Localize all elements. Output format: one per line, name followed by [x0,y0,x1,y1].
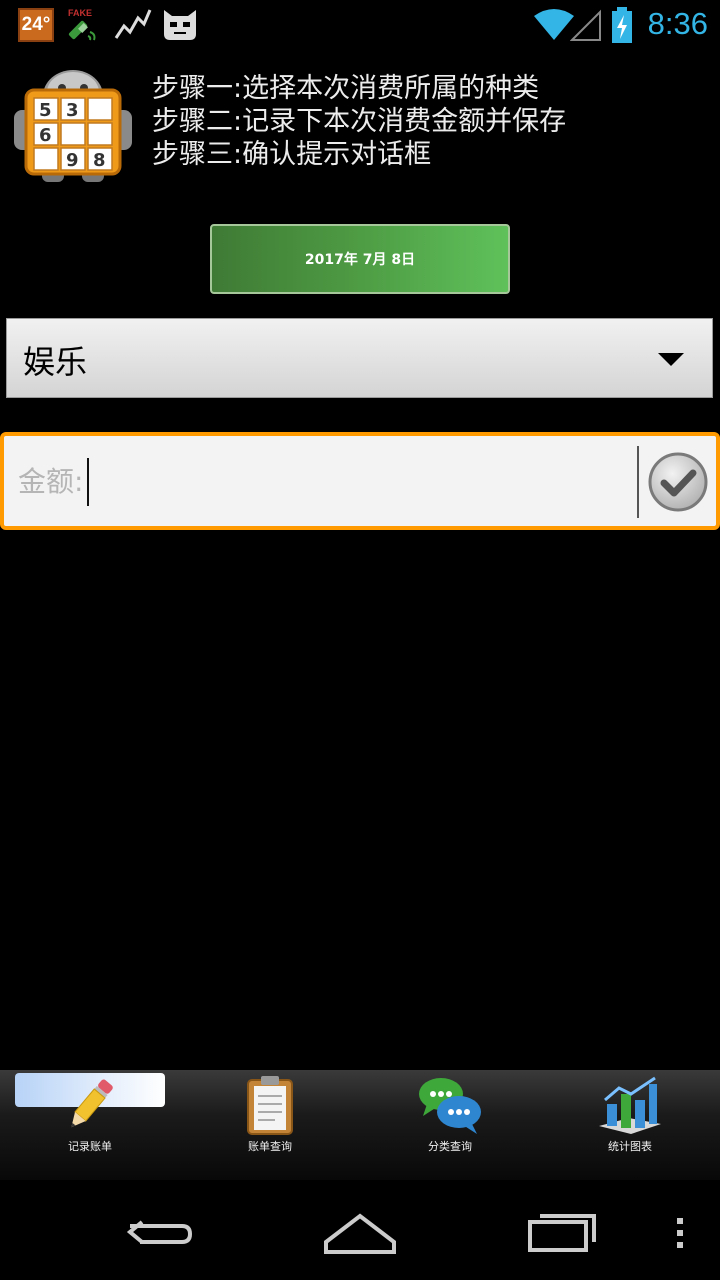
tab-label: 分类查询 [428,1140,472,1153]
step-two: 步骤二:记录下本次消费金额并保存 [152,106,567,137]
svg-text:9: 9 [66,150,79,171]
tab-statistics-chart[interactable]: 统计图表 [540,1070,720,1180]
bottom-tab-bar: 记录账单 账单查询 分类查询 统计图表 [0,1070,720,1180]
navigation-bar [0,1180,720,1280]
svg-text:5: 5 [39,100,52,121]
svg-text:3: 3 [66,100,79,121]
text-cursor [87,458,89,506]
status-bar: 24° FAKE 8:36 [0,0,720,50]
amount-row [0,432,720,530]
instruction-steps: 步骤一:选择本次消费所属的种类 步骤二:记录下本次消费金额并保存 步骤三:确认提… [152,72,566,171]
category-spinner[interactable]: 娱乐 [6,318,713,398]
tab-label: 统计图表 [608,1140,652,1153]
overflow-menu-icon[interactable] [668,1202,692,1262]
dropdown-arrow-icon [658,353,684,366]
category-selected-value: 娱乐 [23,343,88,381]
activity-graph-icon [114,9,152,39]
clipboard-icon [247,1076,293,1135]
svg-text:6: 6 [39,125,52,146]
fake-gps-icon: FAKE [68,8,96,41]
sudoku-robot-logo: 5 3 6 9 8 [14,70,132,182]
bar-chart-icon [599,1076,661,1134]
home-icon[interactable] [320,1202,400,1262]
tab-category-query[interactable]: 分类查询 [360,1070,540,1180]
chat-bubbles-icon [419,1078,481,1134]
svg-text:FAKE: FAKE [68,8,92,18]
back-icon[interactable] [120,1202,200,1262]
cyanogen-mascot-icon [164,10,196,40]
date-picker-button[interactable]: 2017年 7月 8日 [210,224,510,294]
pencil-icon [71,1079,113,1128]
tab-label: 记录账单 [68,1140,112,1153]
tab-label: 账单查询 [248,1140,292,1153]
amount-divider [637,446,639,518]
clock: 8:36 [647,6,708,41]
tab-record-bill[interactable]: 记录账单 [0,1070,180,1180]
checkmark-icon[interactable] [648,452,708,512]
cell-signal-icon [570,9,601,41]
recents-icon[interactable] [522,1202,602,1262]
battery-charging-icon [612,7,632,43]
step-one: 步骤一:选择本次消费所属的种类 [152,73,540,104]
tab-bill-query[interactable]: 账单查询 [180,1070,360,1180]
svg-text:8: 8 [93,150,106,171]
step-three: 步骤三:确认提示对话框 [152,139,432,170]
weather-temp-icon: 24° [18,8,54,42]
amount-input[interactable] [18,450,628,512]
date-label: 2017年 7月 8日 [304,252,416,268]
